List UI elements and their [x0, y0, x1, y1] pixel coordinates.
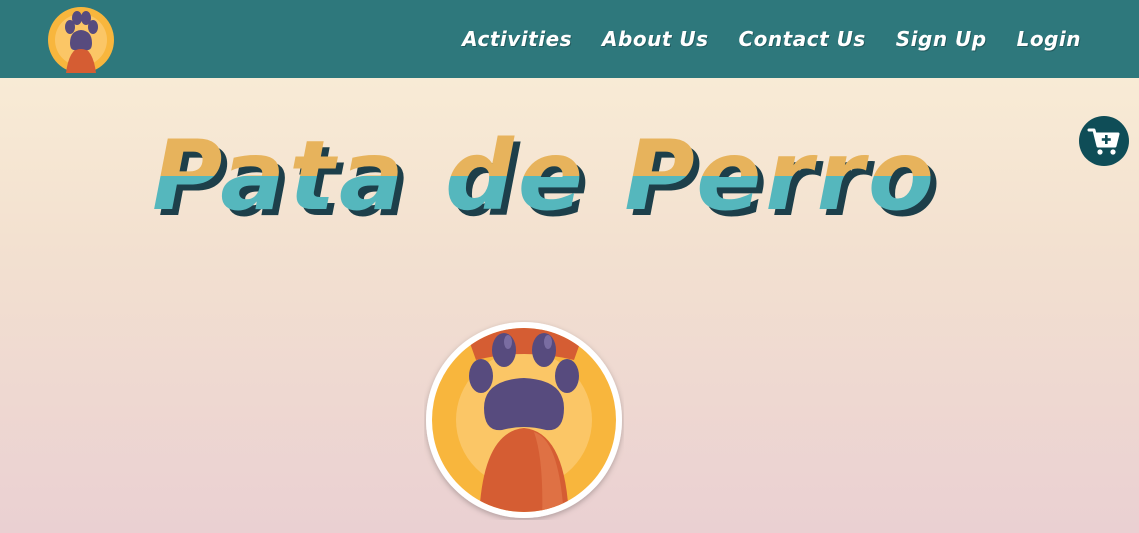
- home-logo-link[interactable]: [46, 3, 116, 73]
- hero-title: Pata de Perro Pata de Perro: [152, 120, 940, 238]
- nav-menu: Activities About Us Contact Us Sign Up L…: [462, 0, 1081, 78]
- paw-badge-icon: [426, 322, 622, 518]
- cart-button[interactable]: [1079, 116, 1129, 166]
- nav-link-contact-us[interactable]: Contact Us: [739, 27, 866, 51]
- hero-title-text: Pata de Perro: [152, 120, 938, 232]
- nav-link-login[interactable]: Login: [1017, 27, 1081, 51]
- paw-logo-icon: [48, 7, 114, 73]
- nav-link-about-us[interactable]: About Us: [602, 27, 708, 51]
- navbar: Activities About Us Contact Us Sign Up L…: [0, 0, 1139, 78]
- nav-link-sign-up[interactable]: Sign Up: [896, 27, 987, 51]
- cart-plus-icon: [1087, 128, 1120, 155]
- nav-link-activities[interactable]: Activities: [462, 27, 572, 51]
